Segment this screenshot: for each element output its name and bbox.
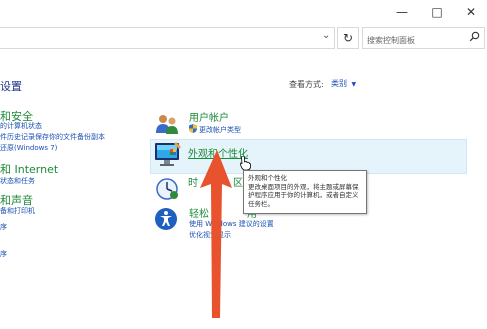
maximize-icon: □ (431, 5, 443, 19)
search-icon[interactable] (469, 31, 480, 42)
ease-of-access-icon[interactable] (154, 207, 178, 231)
link-change-account-type[interactable]: 更改帐户类型 (199, 125, 241, 135)
link-programs[interactable]: 序 (0, 222, 7, 232)
address-bar[interactable] (0, 27, 335, 49)
hand-cursor-icon (240, 156, 251, 170)
view-by-value: 类别 (331, 79, 347, 88)
link-devices-printers[interactable]: 备和打印机 (0, 206, 35, 216)
category-user-accounts[interactable]: 用户帐户 (189, 109, 229, 124)
clock-region-icon[interactable] (155, 177, 179, 201)
minimize-icon: — (396, 5, 408, 19)
dropdown-arrow-icon: ▼ (351, 81, 357, 88)
refresh-icon: ↻ (342, 31, 354, 45)
view-by-dropdown[interactable]: 类别 ▼ (331, 78, 356, 89)
shield-icon (189, 124, 197, 133)
link-network-status[interactable]: 状态和任务 (0, 176, 35, 186)
refresh-button[interactable]: ↻ (337, 27, 359, 49)
close-button[interactable]: ✕ (454, 0, 487, 24)
tooltip: 外观和个性化 更改桌面项目的外观，将主题或屏幕保护程序应用于你的计算机，或者自定… (243, 170, 367, 214)
category-network-internet[interactable]: 和 Internet (0, 161, 58, 177)
search-input[interactable] (363, 31, 467, 50)
annotation-arrow-icon (200, 150, 232, 318)
address-dropdown-icon[interactable]: ⌄ (322, 30, 330, 41)
close-icon: ✕ (465, 5, 477, 19)
link-computer-status[interactable]: 的计算机状态 (0, 121, 42, 131)
tooltip-body: 更改桌面项目的外观，将主题或屏幕保护程序应用于你的计算机，或者自定义任务栏。 (248, 182, 359, 208)
minimize-button[interactable]: — (385, 0, 419, 24)
user-accounts-icon[interactable] (155, 112, 179, 136)
search-box[interactable] (362, 27, 485, 50)
link-file-history[interactable]: 件历史记录保存你的文件备份副本 (0, 132, 105, 142)
page-title: 设置 (0, 80, 22, 93)
appearance-icon[interactable] (154, 141, 182, 167)
link-programs-2[interactable]: 序 (0, 249, 7, 259)
tooltip-title: 外观和个性化 (248, 174, 287, 182)
view-by-label: 查看方式: (289, 80, 324, 89)
maximize-button[interactable]: □ (420, 0, 454, 24)
link-backup-restore[interactable]: 还原(Windows 7) (0, 143, 57, 153)
